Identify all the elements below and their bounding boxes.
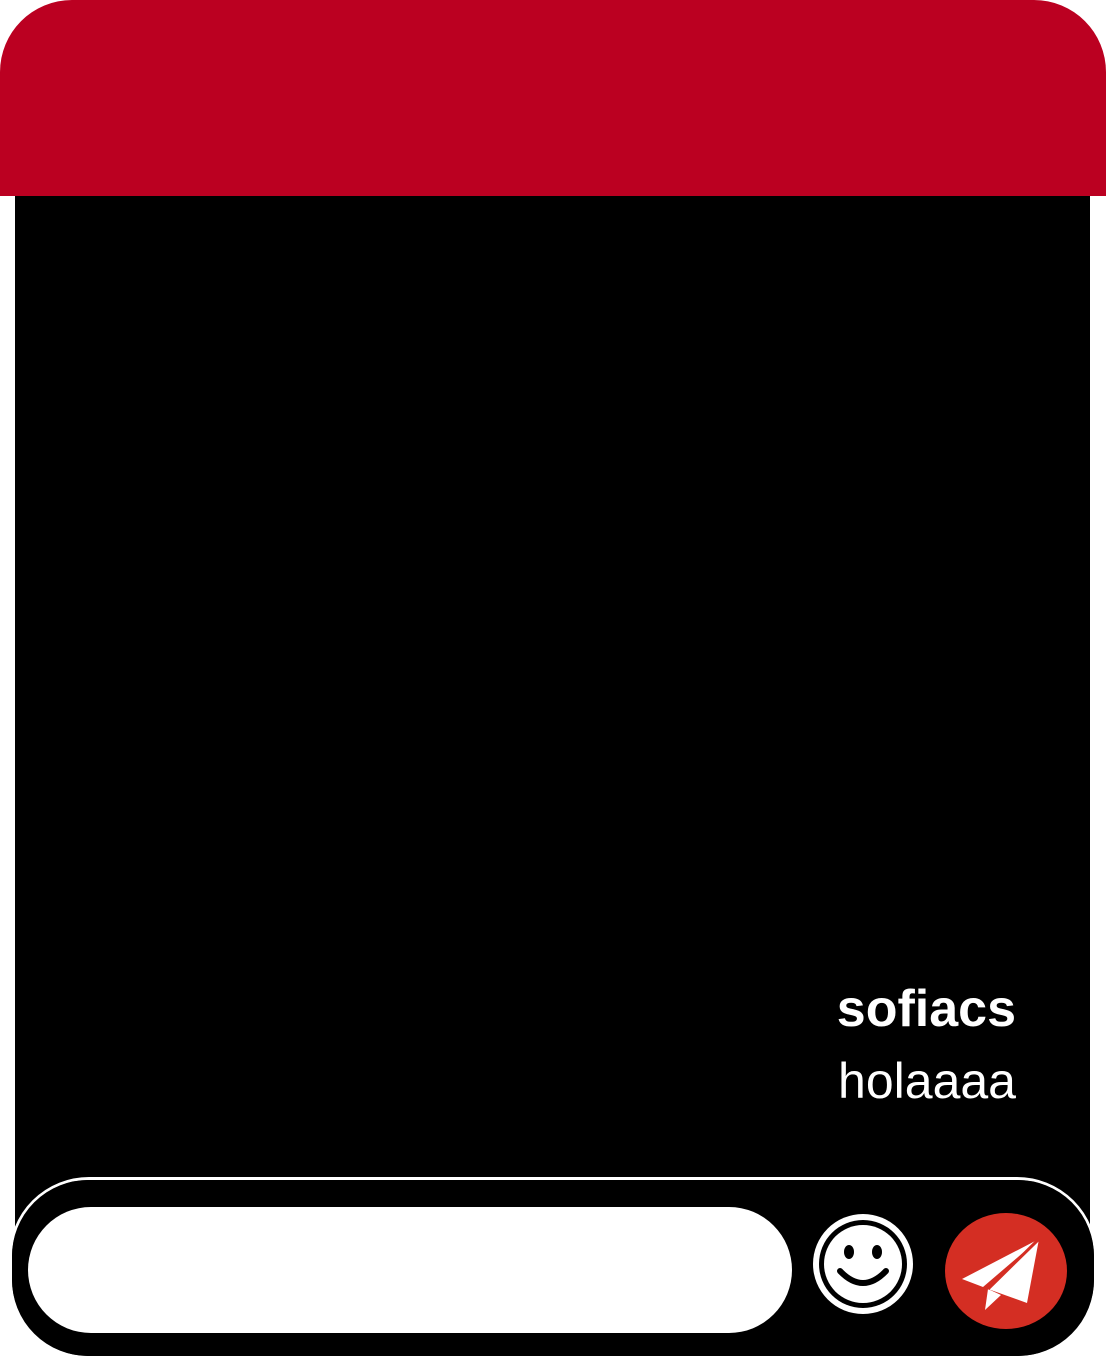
emoji-button[interactable] — [809, 1210, 917, 1318]
message-composer — [9, 1177, 1097, 1359]
message-username: sofiacs — [836, 980, 1016, 1038]
chat-header — [0, 0, 1106, 196]
paper-plane-icon — [944, 1211, 1068, 1331]
send-button[interactable] — [944, 1211, 1068, 1331]
message-text: holaaaa — [838, 1053, 1016, 1109]
message-input[interactable] — [28, 1207, 792, 1333]
smiley-face-icon — [809, 1210, 917, 1318]
message-list[interactable]: sofiacs holaaaa — [15, 196, 1090, 1256]
chat-message: sofiacs holaaaa — [837, 978, 1016, 1112]
chat-window: sofiacs holaaaa — [0, 0, 1106, 1366]
